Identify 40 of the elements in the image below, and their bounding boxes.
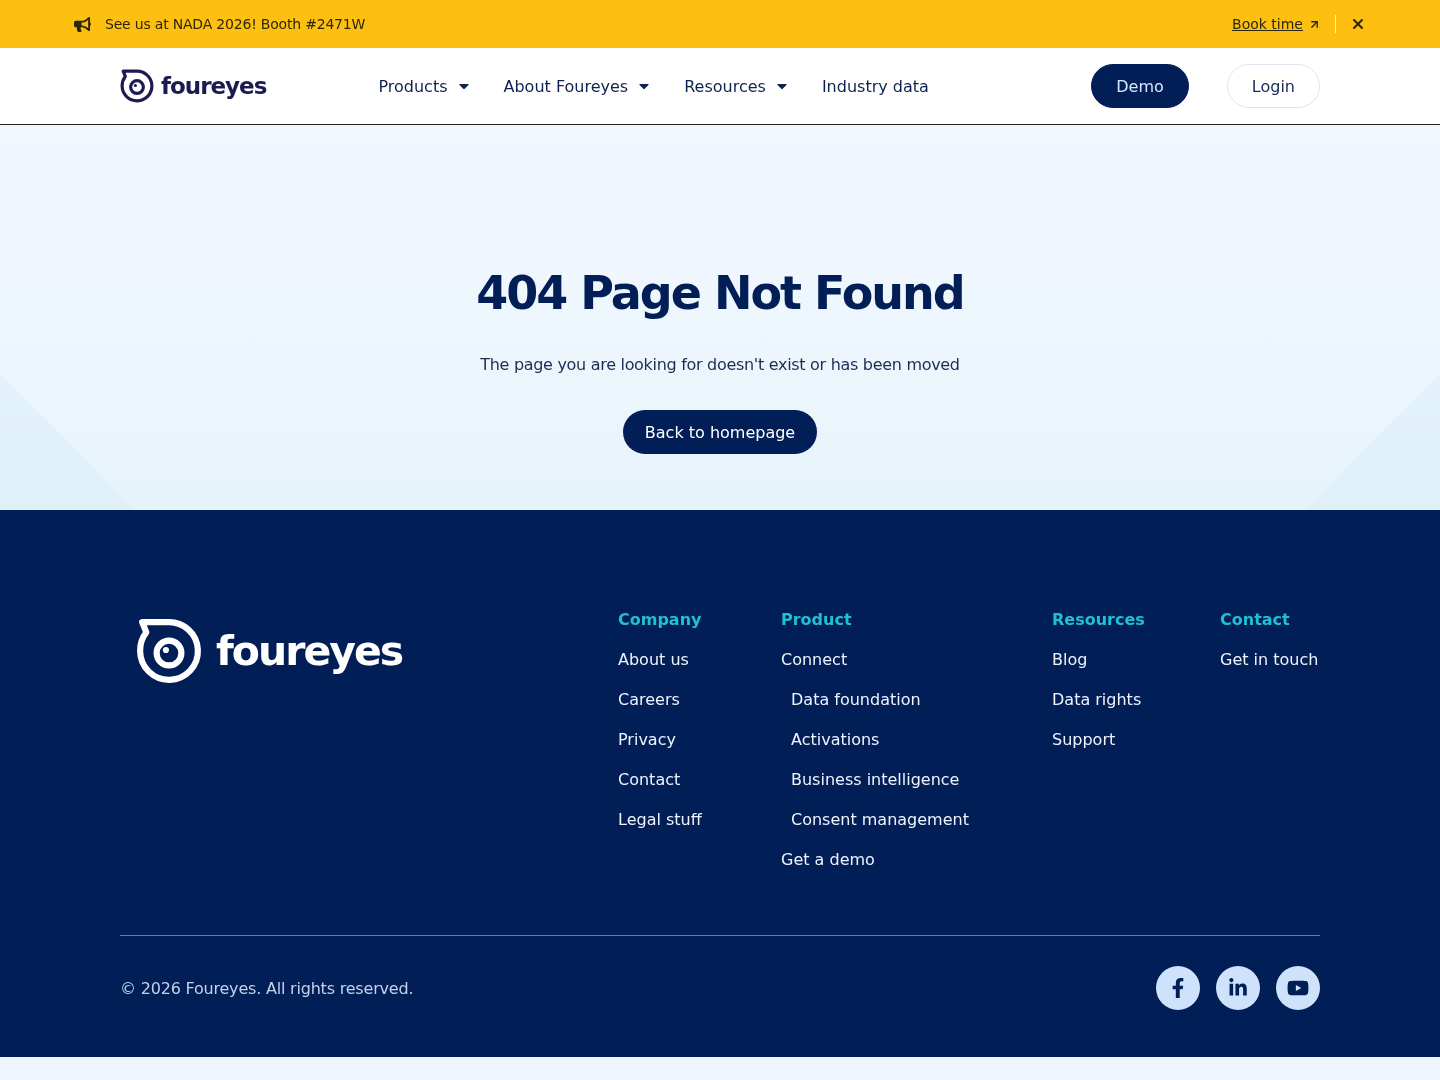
demo-button[interactable]: Demo	[1091, 64, 1189, 108]
copyright-text: © 2026 Foureyes. All rights reserved.	[120, 978, 414, 998]
footer-link[interactable]: About us	[618, 648, 689, 672]
logo-link[interactable]: foureyes	[120, 69, 267, 103]
footer-link[interactable]: Data rights	[1052, 688, 1142, 712]
close-button[interactable]	[1350, 16, 1366, 32]
footer-link[interactable]: Get in touch	[1220, 648, 1319, 672]
youtube-icon[interactable]	[1276, 966, 1320, 1010]
footer-link[interactable]: Blog	[1052, 648, 1088, 672]
footer-link[interactable]: Business intelligence	[791, 768, 960, 792]
footer-link[interactable]: Support	[1052, 728, 1116, 752]
eye-logo-icon	[136, 618, 202, 684]
footer-heading: Company	[618, 609, 702, 631]
megaphone-icon	[74, 15, 91, 33]
nav-link[interactable]: Products	[378, 76, 472, 96]
footer-link[interactable]: Legal stuff	[618, 808, 702, 832]
linkedin-icon[interactable]	[1216, 966, 1260, 1010]
footer-logo-link[interactable]: foureyes	[136, 618, 403, 684]
announcement-text: See us at NADA 2026! Booth #2471W	[105, 16, 367, 32]
nav-link[interactable]: Industry data	[821, 76, 929, 96]
footer-link[interactable]: Privacy	[618, 728, 676, 752]
footer-link[interactable]: Connect	[781, 648, 848, 672]
back-to-homepage-button[interactable]: Back to homepage	[622, 410, 818, 454]
footer-link[interactable]: Get a demo	[781, 848, 875, 872]
page-title: 404 Page Not Found	[476, 265, 964, 321]
eye-logo-icon	[120, 69, 154, 103]
footer-heading: Product	[781, 609, 852, 631]
footer-heading: Contact	[1220, 609, 1290, 631]
error-message: The page you are looking for doesn't exist or has been moved	[480, 355, 960, 374]
nav-link[interactable]: About Foureyes	[503, 76, 653, 96]
footer-heading: Resources	[1052, 609, 1145, 631]
footer-link[interactable]: Activations	[791, 728, 880, 752]
footer-link[interactable]: Careers	[618, 688, 680, 712]
footer-link[interactable]: Data foundation	[791, 688, 921, 712]
footer-link[interactable]: Consent management	[791, 808, 969, 832]
login-button[interactable]: Login	[1226, 64, 1320, 108]
book-time-link[interactable]: Book time	[1232, 16, 1321, 32]
nav-link[interactable]: Resources	[684, 76, 790, 96]
facebook-icon[interactable]	[1156, 966, 1200, 1010]
footer-link[interactable]: Contact	[618, 768, 681, 792]
